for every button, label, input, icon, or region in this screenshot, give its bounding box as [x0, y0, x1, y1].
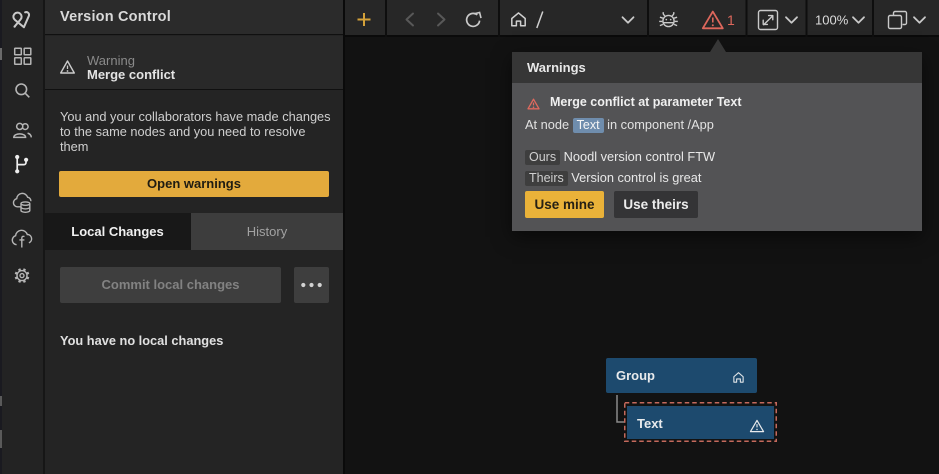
svg-text:1: 1: [727, 12, 735, 28]
svg-text:100%: 100%: [815, 13, 849, 28]
